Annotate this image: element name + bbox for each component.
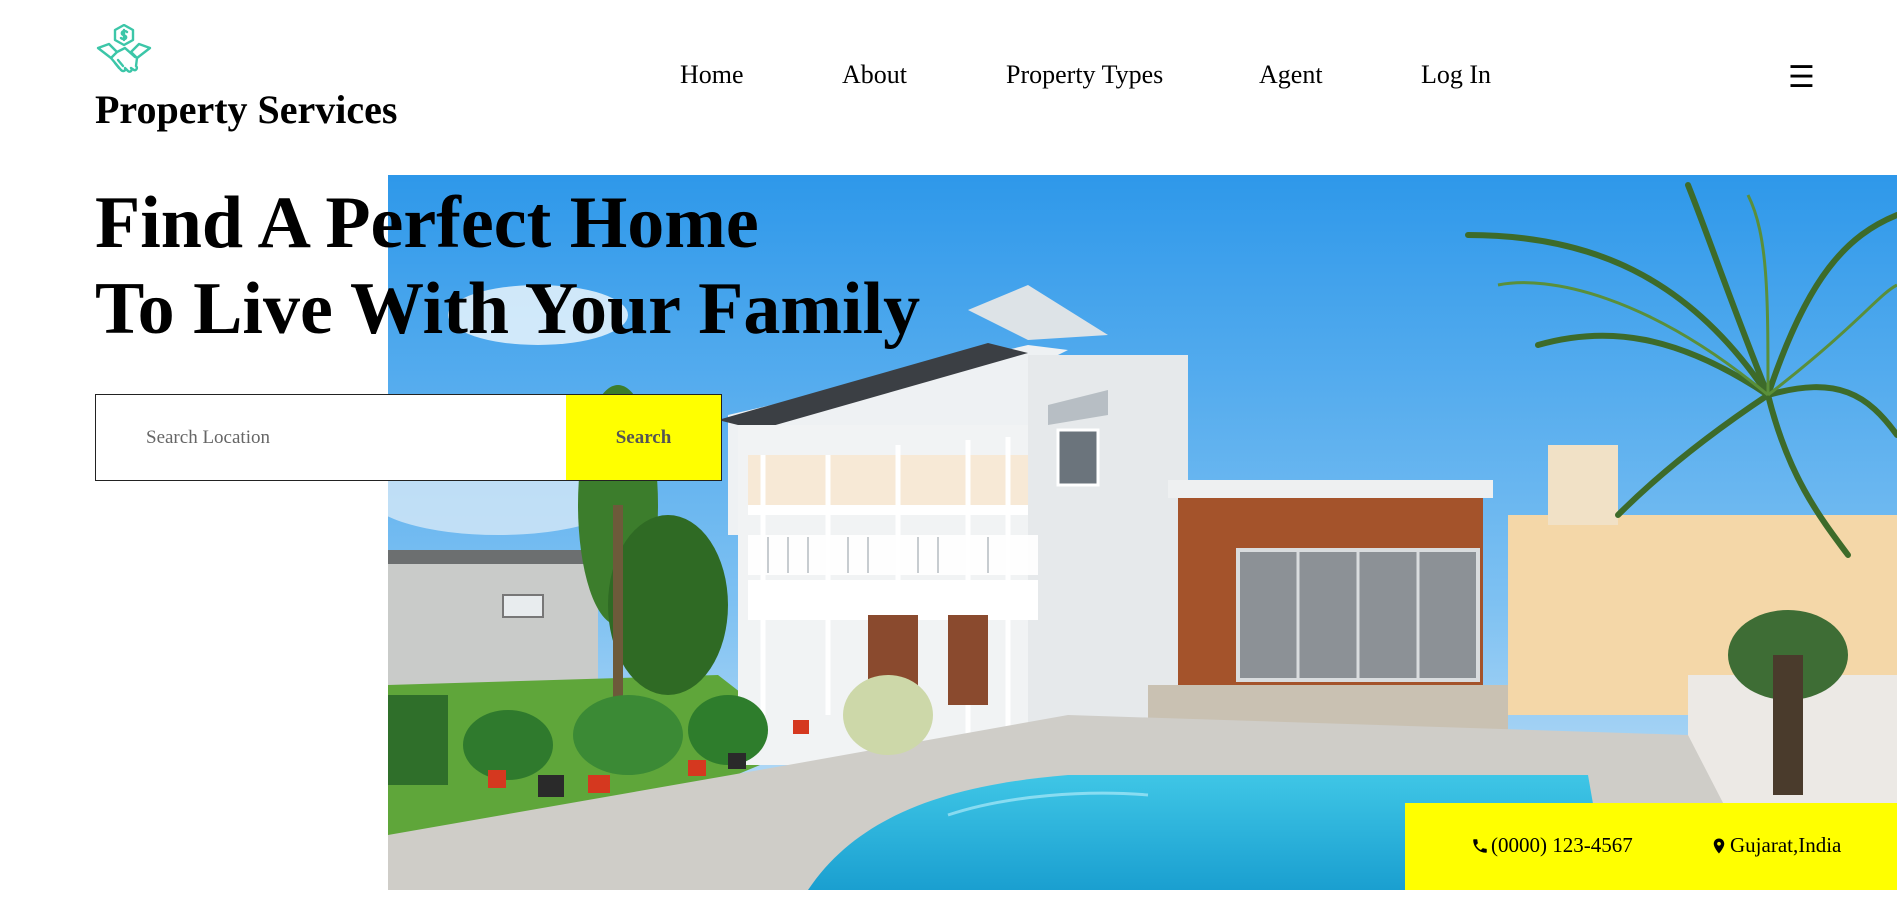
contact-bar: (0000) 123-4567 Gujarat,India [1405, 803, 1897, 890]
nav-about[interactable]: About [842, 60, 907, 90]
headline-line-2: To Live With Your Family [95, 268, 921, 350]
nav-log-in[interactable]: Log In [1421, 60, 1491, 90]
search-button[interactable]: Search [566, 395, 721, 480]
phone-number: (0000) 123-4567 [1491, 833, 1633, 857]
main-nav: Home About Property Types Agent Log In [0, 60, 1897, 100]
nav-agent[interactable]: Agent [1259, 60, 1323, 90]
search-location-input[interactable] [96, 395, 566, 480]
hamburger-menu-icon[interactable]: ☰ [1788, 60, 1815, 95]
phone-icon [1473, 838, 1487, 853]
nav-home[interactable]: Home [680, 60, 744, 90]
location-search-form: Search [95, 394, 722, 481]
contact-location[interactable]: Gujarat,India [1710, 833, 1841, 858]
hero-headline: Find A Perfect Home To Live With Your Fa… [95, 180, 920, 352]
location-text: Gujarat,India [1730, 833, 1842, 857]
headline-line-1: Find A Perfect Home [95, 182, 759, 264]
contact-phone[interactable]: (0000) 123-4567 [1471, 833, 1633, 858]
map-marker-icon [1713, 838, 1725, 853]
nav-property-types[interactable]: Property Types [1006, 60, 1163, 90]
